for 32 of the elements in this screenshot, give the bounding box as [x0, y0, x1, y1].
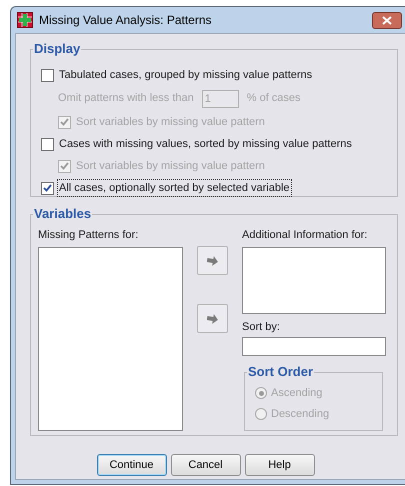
checkbox-label: Cases with missing values, sorted by missing value patterns — [58, 136, 353, 152]
dialog-button[interactable]: Cancel — [170, 454, 240, 476]
checkmark-icon — [60, 162, 69, 170]
checkbox-label: Sort variables by missing value pattern — [75, 158, 266, 174]
dialog-button[interactable]: Help — [244, 454, 314, 476]
close-button[interactable] — [372, 12, 402, 28]
checkmark-icon — [43, 184, 52, 192]
checkbox[interactable] — [41, 182, 54, 194]
field-suffix: % of cases — [246, 91, 301, 106]
sort-by-field[interactable] — [242, 337, 386, 356]
list-label: Additional Information for: — [242, 228, 368, 243]
missing-patterns-list[interactable] — [38, 246, 183, 430]
field-label: Omit patterns with less than — [58, 91, 194, 106]
move-arrow-button[interactable] — [197, 246, 228, 275]
field-label: Sort by: — [242, 320, 281, 334]
list-label: Missing Patterns for: — [38, 228, 140, 243]
checkbox-label: All cases, optionally sorted by selected variable — [58, 180, 291, 196]
radio-label: Ascending — [271, 386, 322, 401]
app-icon — [17, 12, 33, 28]
additional-info-list[interactable] — [242, 246, 386, 314]
checkbox-label: Tabulated cases, grouped by missing value patterns — [58, 68, 314, 83]
arrow-right-icon — [206, 314, 218, 324]
checkbox[interactable] — [41, 68, 54, 82]
checkmark-icon — [60, 118, 69, 126]
window-title: Missing Value Analysis: Patterns — [39, 12, 213, 29]
move-arrow-button[interactable] — [197, 304, 228, 333]
arrow-right-icon — [206, 256, 218, 266]
checkbox[interactable] — [41, 138, 54, 150]
checkbox-label: Sort variables by missing value pattern — [75, 114, 266, 130]
close-icon — [382, 16, 392, 24]
dialog-button[interactable]: Continue — [96, 454, 166, 476]
radio-label: Descending — [271, 406, 330, 422]
